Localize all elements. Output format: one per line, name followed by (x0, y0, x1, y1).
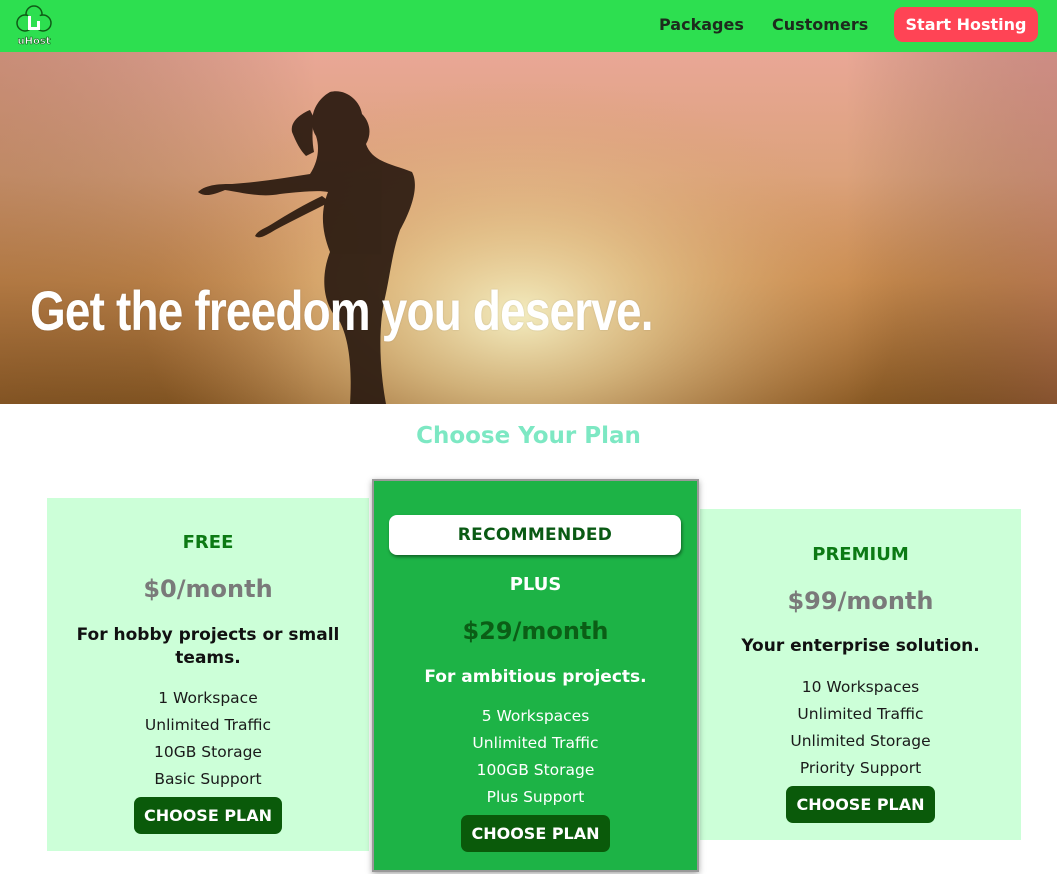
plan-feature: Unlimited Traffic (797, 705, 924, 723)
plan-feature: Priority Support (799, 759, 922, 777)
hero-banner: Get the freedom you deserve. (0, 52, 1057, 404)
logo-text: uHost (17, 36, 50, 46)
plan-card-premium: PREMIUM $99/month Your enterprise soluti… (700, 509, 1021, 840)
plan-feature: Unlimited Traffic (144, 716, 272, 734)
top-navigation-bar: uHost Packages Customers Start Hosting (0, 0, 1057, 52)
choose-plan-button-free[interactable]: CHOOSE PLAN (133, 797, 283, 834)
plan-description: Your enterprise solution. (741, 636, 980, 656)
start-hosting-button[interactable]: Start Hosting (894, 7, 1038, 42)
plan-feature: Unlimited Traffic (472, 734, 599, 752)
plans-section-title: Choose Your Plan (416, 423, 641, 449)
plan-feature: 1 Workspace (158, 689, 258, 707)
plan-feature: 100GB Storage (476, 761, 595, 779)
plan-features-list: 5 Workspaces Unlimited Traffic 100GB Sto… (374, 703, 697, 811)
plan-price: $29/month (462, 617, 609, 645)
plan-name: PREMIUM (812, 544, 909, 565)
plan-feature: Basic Support (154, 770, 262, 788)
hero-background-image (0, 52, 1057, 404)
plan-feature: 10 Workspaces (801, 678, 920, 696)
plan-feature: 5 Workspaces (481, 707, 590, 725)
plan-price: $99/month (787, 587, 934, 615)
choose-plan-button-plus[interactable]: CHOOSE PLAN (461, 815, 610, 852)
plan-card-free: FREE $0/month For hobby projects or smal… (47, 498, 369, 851)
plan-name: FREE (182, 532, 234, 553)
plan-features-list: 10 Workspaces Unlimited Traffic Unlimite… (700, 674, 1021, 782)
plan-description: For ambitious projects. (424, 667, 647, 687)
logo-icon: uHost (16, 5, 52, 47)
hero-heading: Get the freedom you deserve. (30, 279, 654, 342)
recommended-badge: RECOMMENDED (389, 515, 681, 555)
nav-link-packages[interactable]: Packages (659, 15, 744, 34)
nav-link-customers[interactable]: Customers (772, 15, 868, 34)
plan-name: PLUS (509, 574, 562, 595)
plan-features-list: 1 Workspace Unlimited Traffic 10GB Stora… (47, 685, 369, 793)
plan-card-plus: RECOMMENDED PLUS $29/month For ambitious… (372, 479, 699, 872)
uhost-logo[interactable]: uHost (13, 4, 55, 47)
plan-description: For hobby projects or small teams. (76, 625, 340, 668)
plan-feature: Unlimited Storage (790, 732, 931, 750)
plan-price: $0/month (143, 575, 273, 603)
plan-feature: Plus Support (486, 788, 585, 806)
plan-feature: 10GB Storage (154, 743, 262, 761)
choose-plan-button-premium[interactable]: CHOOSE PLAN (786, 786, 935, 823)
